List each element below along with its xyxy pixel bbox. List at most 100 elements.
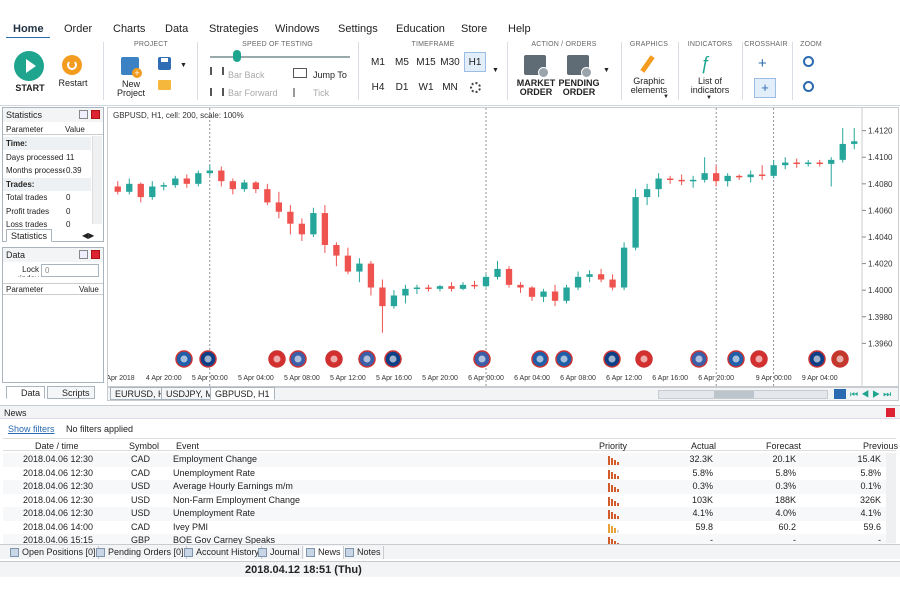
tab-account-history[interactable]: Account History	[182, 546, 263, 559]
news-col-forecast[interactable]: Forecast	[766, 441, 801, 451]
menu-education[interactable]: Education	[396, 23, 445, 35]
news-row[interactable]: 2018.04.06 12:30 CAD Unemployment Rate 5.8%…	[3, 467, 896, 481]
chart-area[interactable]: 1.4120 1.4100 1.4080 1.4060 1.4040 1.4020 1.40…	[107, 107, 899, 387]
news-scrollbar[interactable]	[886, 453, 896, 543]
news-row[interactable]: 2018.04.06 12:30 CAD Employment Change 32.3…	[3, 453, 896, 467]
scripts-tab[interactable]: Scripts	[47, 386, 95, 399]
play-icon	[26, 59, 36, 73]
news-row-previous: 59.6	[863, 521, 881, 532]
market-order-icon[interactable]	[524, 55, 549, 78]
statistics-column-header: Parameter Value	[3, 124, 103, 135]
news-row-symbol: CAD	[131, 521, 151, 532]
statistics-tab[interactable]: Statistics	[6, 229, 53, 242]
news-close-icon[interactable]	[886, 408, 895, 417]
tab-notes[interactable]: Notes	[343, 546, 384, 559]
menu-store[interactable]: Store	[461, 23, 487, 35]
timeframe-w1[interactable]: W1	[415, 78, 437, 98]
timeframe-mn[interactable]: MN	[439, 78, 461, 98]
lock-index-label: Lock index:	[18, 265, 39, 277]
news-col-priority[interactable]: Priority	[599, 441, 627, 451]
timeframe-settings-gear-icon[interactable]	[470, 82, 481, 93]
bar-back-icon[interactable]	[210, 67, 224, 75]
timeframe-m15[interactable]: M15	[415, 53, 437, 73]
chart-tab-gbpusd[interactable]: GBPUSD, H1	[210, 387, 275, 400]
lock-index-input[interactable]: 0	[41, 264, 99, 277]
pencil-icon[interactable]	[639, 55, 657, 73]
news-row[interactable]: 2018.04.06 14:00 CAD Ivey PMI 59.8 60.2 59.6	[3, 521, 896, 535]
save-icon[interactable]	[158, 57, 171, 70]
timeframe-h1[interactable]: H1	[464, 52, 486, 72]
chart-nav-arrows-icon[interactable]: ⏮◀▶⏭	[850, 389, 894, 400]
chart-scroll-end-icon[interactable]	[834, 389, 846, 399]
new-project-icon[interactable]: +	[121, 57, 142, 78]
news-row[interactable]: 2018.04.06 12:30 USD Average Hourly Earnin…	[3, 480, 896, 494]
bar-back-label[interactable]: Bar Back	[228, 71, 265, 80]
candlestick-chart[interactable]: 1.4120 1.4100 1.4080 1.4060 1.4040 1.4020 1.40…	[108, 108, 898, 386]
bar-forward-icon[interactable]	[210, 88, 224, 96]
timeframe-h4[interactable]: H4	[367, 78, 389, 98]
statistics-close-icon[interactable]	[91, 110, 100, 119]
timeframe-dropdown-icon[interactable]: ▼	[492, 67, 499, 74]
crosshair-measure-icon[interactable]: +	[754, 78, 776, 98]
news-row[interactable]: 2018.04.06 12:30 USD Non-Farm Employment C…	[3, 494, 896, 508]
tab-journal[interactable]: Journal	[256, 546, 303, 559]
open-folder-icon[interactable]	[158, 80, 171, 90]
timeframe-d1[interactable]: D1	[391, 78, 413, 98]
start-button[interactable]	[14, 51, 44, 81]
menu-strategies[interactable]: Strategies	[209, 23, 259, 35]
statistics-scrollbar[interactable]	[92, 136, 102, 224]
data-tab[interactable]: Data	[6, 386, 46, 399]
news-col-previous[interactable]: Previous	[863, 441, 898, 451]
menu-order[interactable]: Order	[64, 23, 92, 35]
show-filters-link[interactable]: Show filters	[8, 424, 55, 434]
speed-slider-track[interactable]	[210, 56, 350, 58]
start-label: START	[15, 83, 45, 93]
timeframe-m1[interactable]: M1	[367, 53, 389, 73]
data-restore-icon[interactable]	[79, 250, 88, 259]
speed-slider-thumb[interactable]	[233, 50, 241, 62]
menu-data[interactable]: Data	[165, 23, 188, 35]
function-icon[interactable]: ƒ	[700, 53, 710, 74]
tab-open-positions[interactable]: Open Positions [0]	[8, 546, 99, 559]
tab-news[interactable]: News	[304, 546, 344, 559]
data-close-icon[interactable]	[91, 250, 100, 259]
indicators-dropdown-icon[interactable]: ▼	[706, 95, 712, 101]
timeframe-m30[interactable]: M30	[439, 53, 461, 73]
y-tick-label: 1.4080	[868, 180, 893, 189]
menu-settings[interactable]: Settings	[338, 23, 378, 35]
zoom-in-icon[interactable]	[803, 56, 814, 67]
restart-icon[interactable]	[62, 55, 82, 75]
pending-order-icon[interactable]	[567, 55, 592, 78]
menu-help[interactable]: Help	[508, 23, 531, 35]
orders-dropdown-icon[interactable]: ▼	[603, 67, 610, 74]
bar-forward-label[interactable]: Bar Forward	[228, 89, 278, 98]
menu-windows[interactable]: Windows	[275, 23, 320, 35]
news-col-symbol[interactable]: Symbol	[129, 441, 159, 451]
project-group-title: PROJECT	[133, 41, 169, 48]
jump-to-label[interactable]: Jump To	[313, 71, 347, 80]
zoom-out-icon[interactable]	[803, 81, 814, 92]
menu-charts[interactable]: Charts	[113, 23, 145, 35]
chart-horizontal-scrollbar[interactable]	[658, 390, 828, 399]
news-event-flag-icon	[555, 350, 573, 368]
news-col-actual[interactable]: Actual	[691, 441, 716, 451]
save-dropdown-icon[interactable]: ▼	[180, 62, 187, 69]
status-bar: 2018.04.12 18:51 (Thu)	[0, 561, 900, 577]
news-row[interactable]: 2018.04.06 12:30 USD Unemployment Rate 4.1%…	[3, 507, 896, 521]
timeframe-m5[interactable]: M5	[391, 53, 413, 73]
jump-to-icon[interactable]	[293, 68, 307, 78]
tick-label[interactable]: Tick	[313, 89, 329, 98]
tick-icon[interactable]	[293, 88, 305, 97]
news-col-event[interactable]: Event	[176, 441, 199, 451]
crosshair-icon[interactable]: +	[758, 55, 767, 72]
menu-home[interactable]: Home	[13, 23, 44, 35]
statistics-restore-icon[interactable]	[79, 110, 88, 119]
chart-scrollbar-thumb[interactable]	[714, 391, 754, 398]
tab-pending-orders[interactable]: Pending Orders [0]	[94, 546, 187, 559]
news-row-priority-icon	[608, 455, 620, 465]
statistics-row-value: 11	[65, 152, 75, 162]
statistics-tab-nav-icon[interactable]: ◀▶	[82, 231, 102, 241]
candle-body	[701, 173, 708, 180]
news-col-datetime[interactable]: Date / time	[35, 441, 79, 451]
graphics-dropdown-icon[interactable]: ▼	[663, 94, 669, 100]
